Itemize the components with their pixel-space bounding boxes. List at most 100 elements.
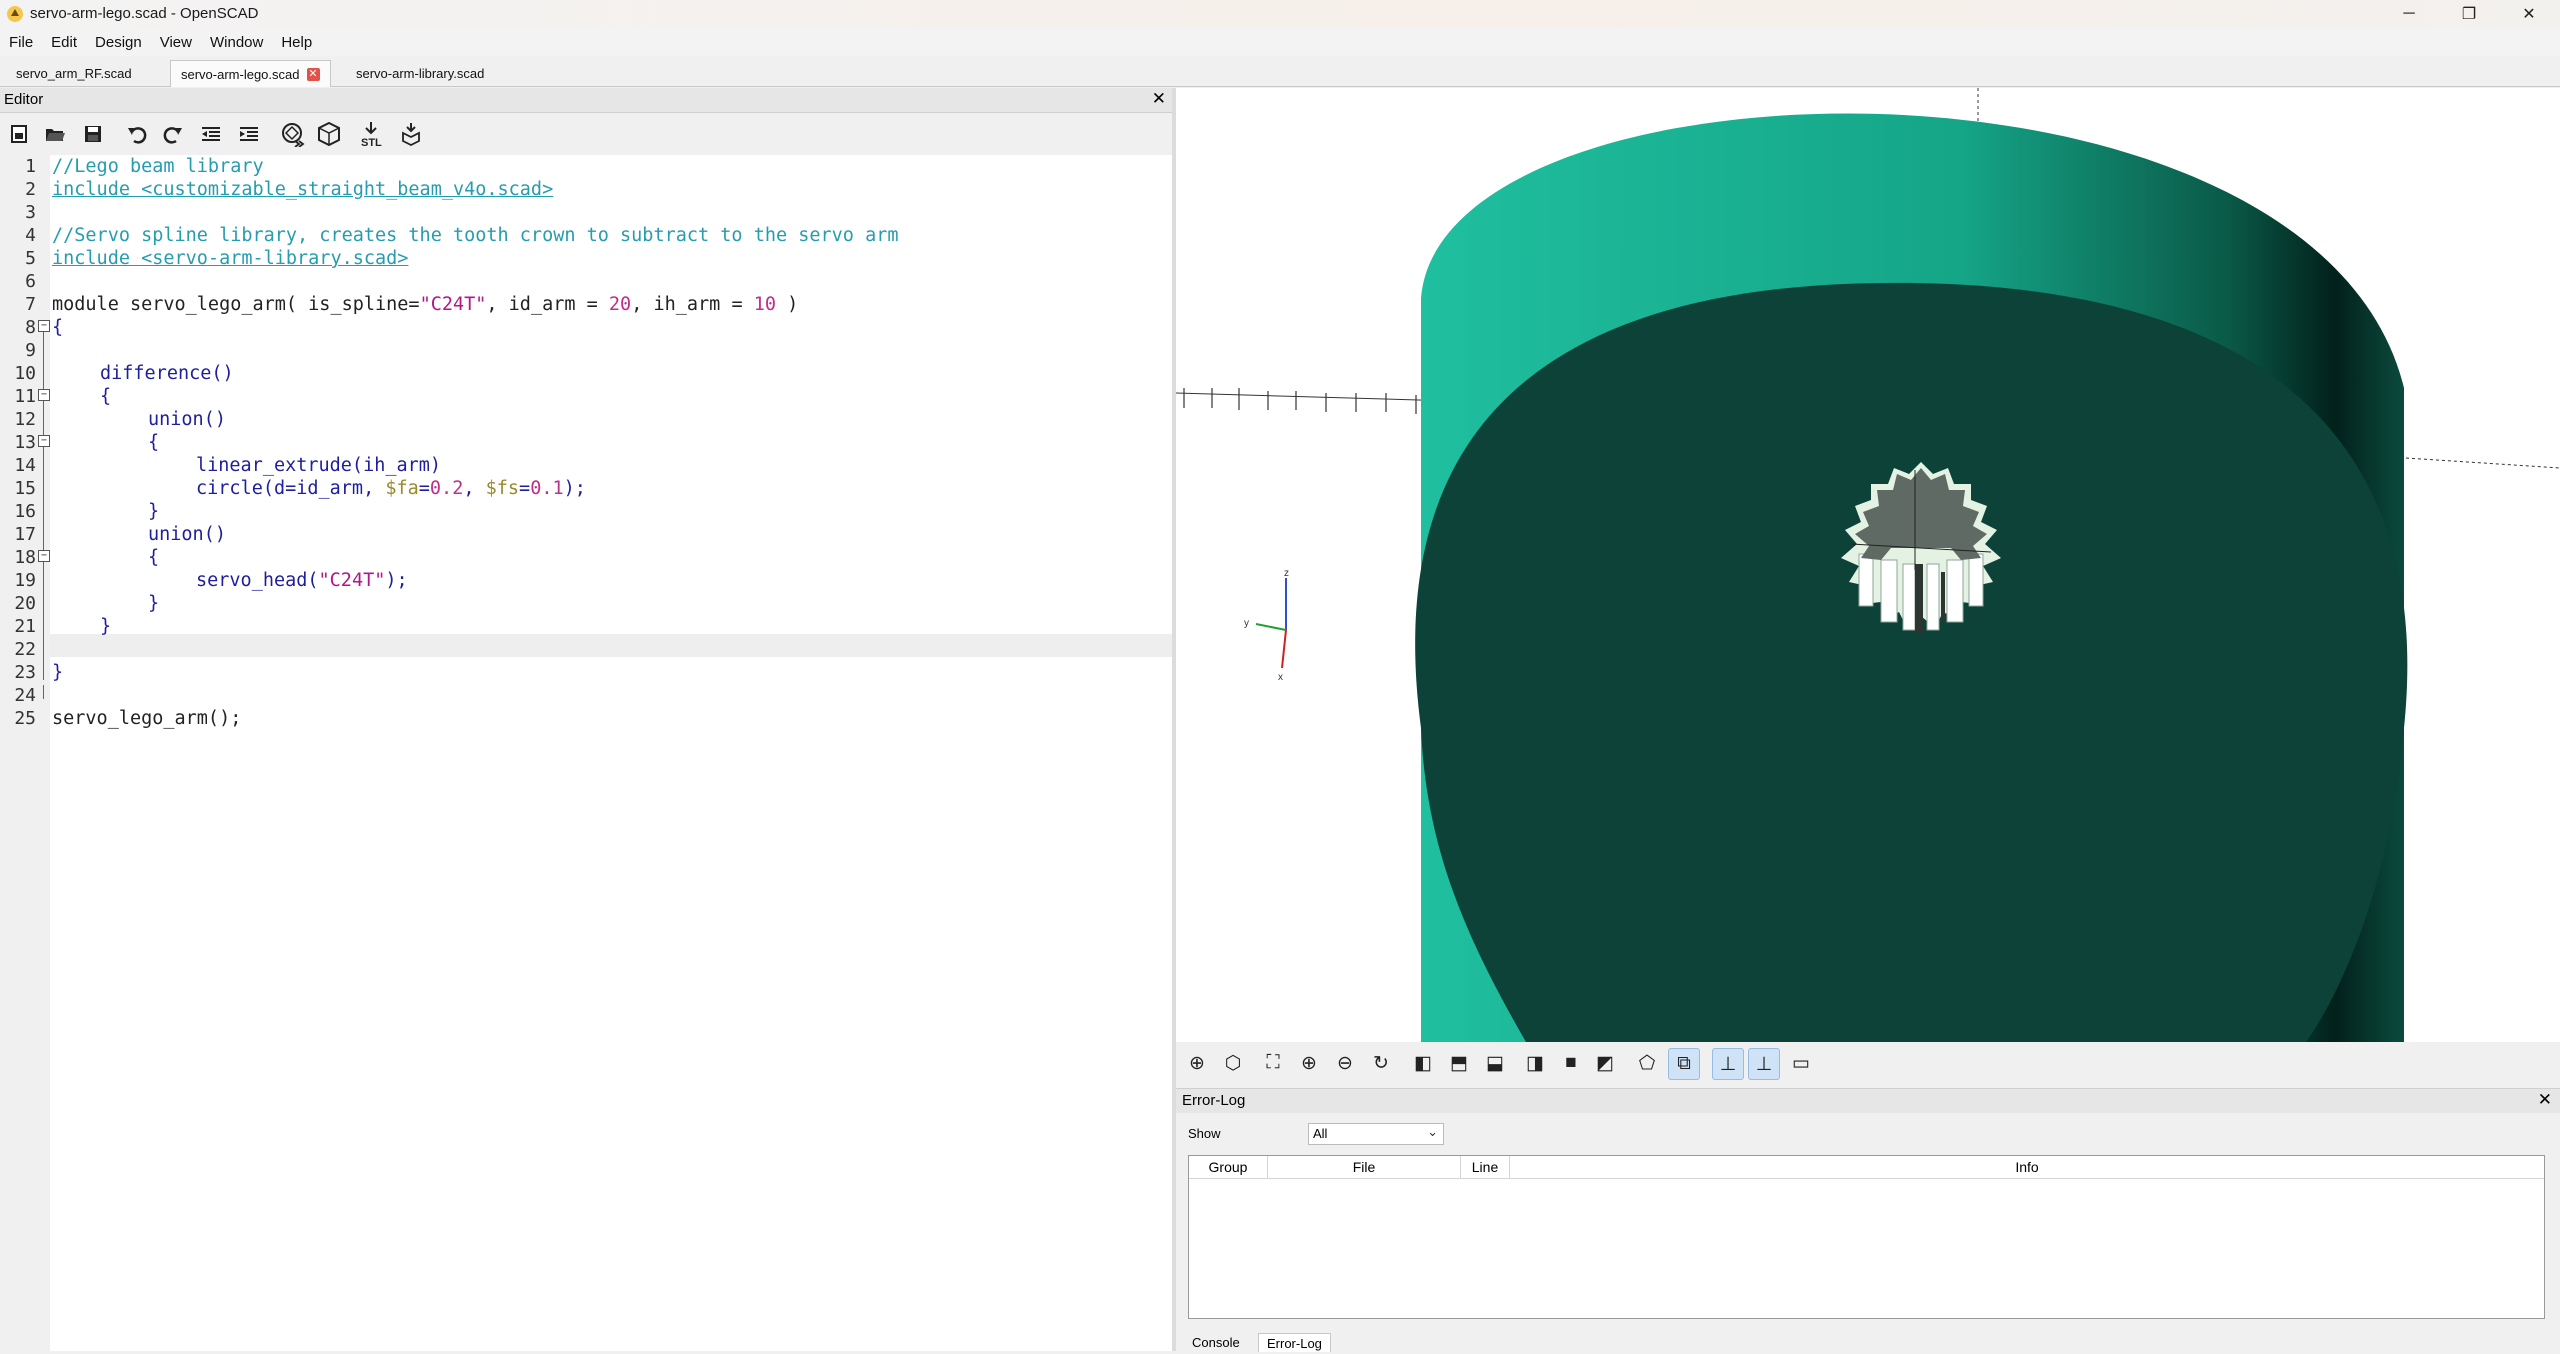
x-axis-label: x bbox=[1278, 672, 1283, 683]
model-render: z y x bbox=[1176, 88, 2560, 1042]
open-file-icon[interactable] bbox=[42, 121, 68, 147]
menu-view[interactable]: View bbox=[151, 34, 201, 51]
code-line-16: } bbox=[148, 501, 160, 522]
indent-icon[interactable] bbox=[236, 121, 262, 147]
reset-view-icon[interactable]: ↻ bbox=[1366, 1048, 1396, 1078]
line-number: 21 bbox=[14, 616, 36, 637]
zoom-in-icon[interactable]: ⊕ bbox=[1294, 1048, 1324, 1078]
window-title: servo-arm-lego.scad - OpenSCAD bbox=[30, 5, 259, 22]
line-number: 16 bbox=[14, 501, 36, 522]
tab-console[interactable]: Console bbox=[1184, 1333, 1248, 1351]
code-line-18: { bbox=[148, 547, 160, 568]
view-top-icon[interactable]: ⬒ bbox=[1444, 1048, 1474, 1078]
code-line-11: { bbox=[100, 386, 112, 407]
maximize-button[interactable]: ❐ bbox=[2440, 0, 2498, 28]
send-to-print-icon[interactable] bbox=[398, 121, 424, 147]
tab-label: servo_arm_RF.scad bbox=[16, 65, 132, 81]
column-header-line[interactable]: Line bbox=[1461, 1156, 1510, 1179]
zoom-out-icon[interactable]: ⊖ bbox=[1330, 1048, 1360, 1078]
current-line-highlight bbox=[50, 634, 1172, 657]
line-number: 8 bbox=[25, 317, 36, 338]
preview-icon[interactable]: ⊕ bbox=[1182, 1048, 1212, 1078]
show-axes-icon[interactable]: ⊥ bbox=[1712, 1048, 1744, 1080]
error-log-table[interactable]: Group File Line Info bbox=[1188, 1155, 2545, 1319]
line-number: 9 bbox=[25, 340, 36, 361]
menu-file[interactable]: File bbox=[0, 34, 42, 51]
axes-indicator: z y x bbox=[1244, 568, 1289, 683]
code-line-23: } bbox=[52, 662, 64, 683]
line-number: 22 bbox=[14, 639, 36, 660]
code-line-20: } bbox=[148, 593, 160, 614]
code-editor[interactable]: 1 2 3 4 5 6 7 8 9 10 11 12 13 14 15 16 1… bbox=[0, 155, 1172, 1351]
fold-toggle[interactable]: − bbox=[38, 320, 50, 332]
fold-toggle[interactable]: − bbox=[38, 435, 50, 447]
line-number: 24 bbox=[14, 685, 36, 706]
close-editor-button[interactable]: ✕ bbox=[1152, 89, 1166, 109]
zoom-all-icon[interactable]: ⛶ bbox=[1258, 1048, 1288, 1078]
fold-guide bbox=[43, 332, 44, 680]
code-line-13: { bbox=[148, 432, 160, 453]
menu-bar: File Edit Design View Window Help bbox=[0, 28, 2560, 56]
editor-title: Editor bbox=[4, 91, 44, 108]
undo-icon[interactable] bbox=[124, 121, 150, 147]
fold-toggle[interactable]: − bbox=[38, 550, 50, 562]
openscad-logo-icon bbox=[7, 6, 23, 22]
orthogonal-icon[interactable]: ⧉ bbox=[1668, 1048, 1700, 1080]
3d-viewport[interactable]: z y x bbox=[1176, 88, 2560, 1042]
view-back-icon[interactable]: ◩ bbox=[1590, 1048, 1620, 1078]
line-number: 10 bbox=[14, 363, 36, 384]
code-line-7: module servo_lego_arm( is_spline="C24T",… bbox=[52, 294, 799, 315]
chevron-down-icon: ⌄ bbox=[1427, 1124, 1438, 1139]
cylinder-face bbox=[1415, 282, 2408, 1042]
title-bar: servo-arm-lego.scad - OpenSCAD ─ ❐ ✕ bbox=[0, 0, 2560, 28]
column-header-info[interactable]: Info bbox=[1510, 1156, 2544, 1179]
show-filter-value: All bbox=[1313, 1126, 1328, 1141]
save-icon[interactable] bbox=[80, 121, 106, 147]
render-icon[interactable] bbox=[316, 121, 342, 147]
render-icon[interactable]: ⬡ bbox=[1218, 1048, 1248, 1078]
minimize-button[interactable]: ─ bbox=[2380, 0, 2438, 28]
close-tab-icon[interactable]: ✕ bbox=[306, 67, 320, 81]
line-number: 18 bbox=[14, 547, 36, 568]
line-number: 2 bbox=[25, 179, 36, 200]
menu-design[interactable]: Design bbox=[86, 34, 151, 51]
menu-window[interactable]: Window bbox=[201, 34, 272, 51]
tab-label: servo-arm-lego.scad bbox=[181, 66, 300, 82]
view-right-icon[interactable]: ◧ bbox=[1408, 1048, 1438, 1078]
bottom-tab-bar: Console Error-Log bbox=[1176, 1333, 2560, 1352]
y-axis-label: y bbox=[1244, 618, 1249, 629]
view-bottom-icon[interactable]: ⬓ bbox=[1480, 1048, 1510, 1078]
perspective-icon[interactable]: ⬠ bbox=[1632, 1048, 1662, 1078]
close-error-log-button[interactable]: ✕ bbox=[2538, 1090, 2552, 1110]
line-number: 7 bbox=[25, 294, 36, 315]
show-scale-icon[interactable]: ⊥ bbox=[1748, 1048, 1780, 1080]
menu-help[interactable]: Help bbox=[272, 34, 321, 51]
line-number: 25 bbox=[14, 708, 36, 729]
show-edges-icon[interactable]: ▭ bbox=[1786, 1048, 1816, 1078]
preview-icon[interactable] bbox=[280, 121, 306, 147]
code-line-4: //Servo spline library, creates the toot… bbox=[52, 225, 899, 246]
view-left-icon[interactable]: ◨ bbox=[1520, 1048, 1550, 1078]
code-line-15: circle(d=id_arm, $fa=0.2, $fs=0.1); bbox=[196, 478, 586, 499]
svg-text:STL: STL bbox=[361, 137, 382, 148]
export-stl-icon[interactable]: STL bbox=[360, 121, 390, 148]
column-header-group[interactable]: Group bbox=[1189, 1156, 1268, 1179]
tab-servo-arm-lego[interactable]: servo-arm-lego.scad ✕ bbox=[170, 60, 331, 87]
redo-icon[interactable] bbox=[160, 121, 186, 147]
code-line-10: difference() bbox=[100, 363, 234, 384]
column-header-file[interactable]: File bbox=[1268, 1156, 1461, 1179]
tab-servo-arm-library[interactable]: servo-arm-library.scad bbox=[346, 60, 494, 86]
view-front-icon[interactable]: ■ bbox=[1556, 1048, 1586, 1078]
menu-edit[interactable]: Edit bbox=[42, 34, 86, 51]
tab-servo-arm-rf[interactable]: servo_arm_RF.scad bbox=[6, 60, 142, 86]
code-line-14: linear_extrude(ih_arm) bbox=[196, 455, 442, 476]
close-window-button[interactable]: ✕ bbox=[2500, 0, 2558, 28]
line-number: 14 bbox=[14, 455, 36, 476]
line-number: 13 bbox=[14, 432, 36, 453]
show-filter-select[interactable]: All ⌄ bbox=[1308, 1123, 1444, 1145]
error-log-panel: Show All ⌄ Group File Line Info bbox=[1176, 1113, 2560, 1333]
fold-toggle[interactable]: − bbox=[38, 389, 50, 401]
unindent-icon[interactable] bbox=[198, 121, 224, 147]
new-file-icon[interactable] bbox=[6, 121, 32, 147]
tab-error-log[interactable]: Error-Log bbox=[1258, 1333, 1331, 1352]
